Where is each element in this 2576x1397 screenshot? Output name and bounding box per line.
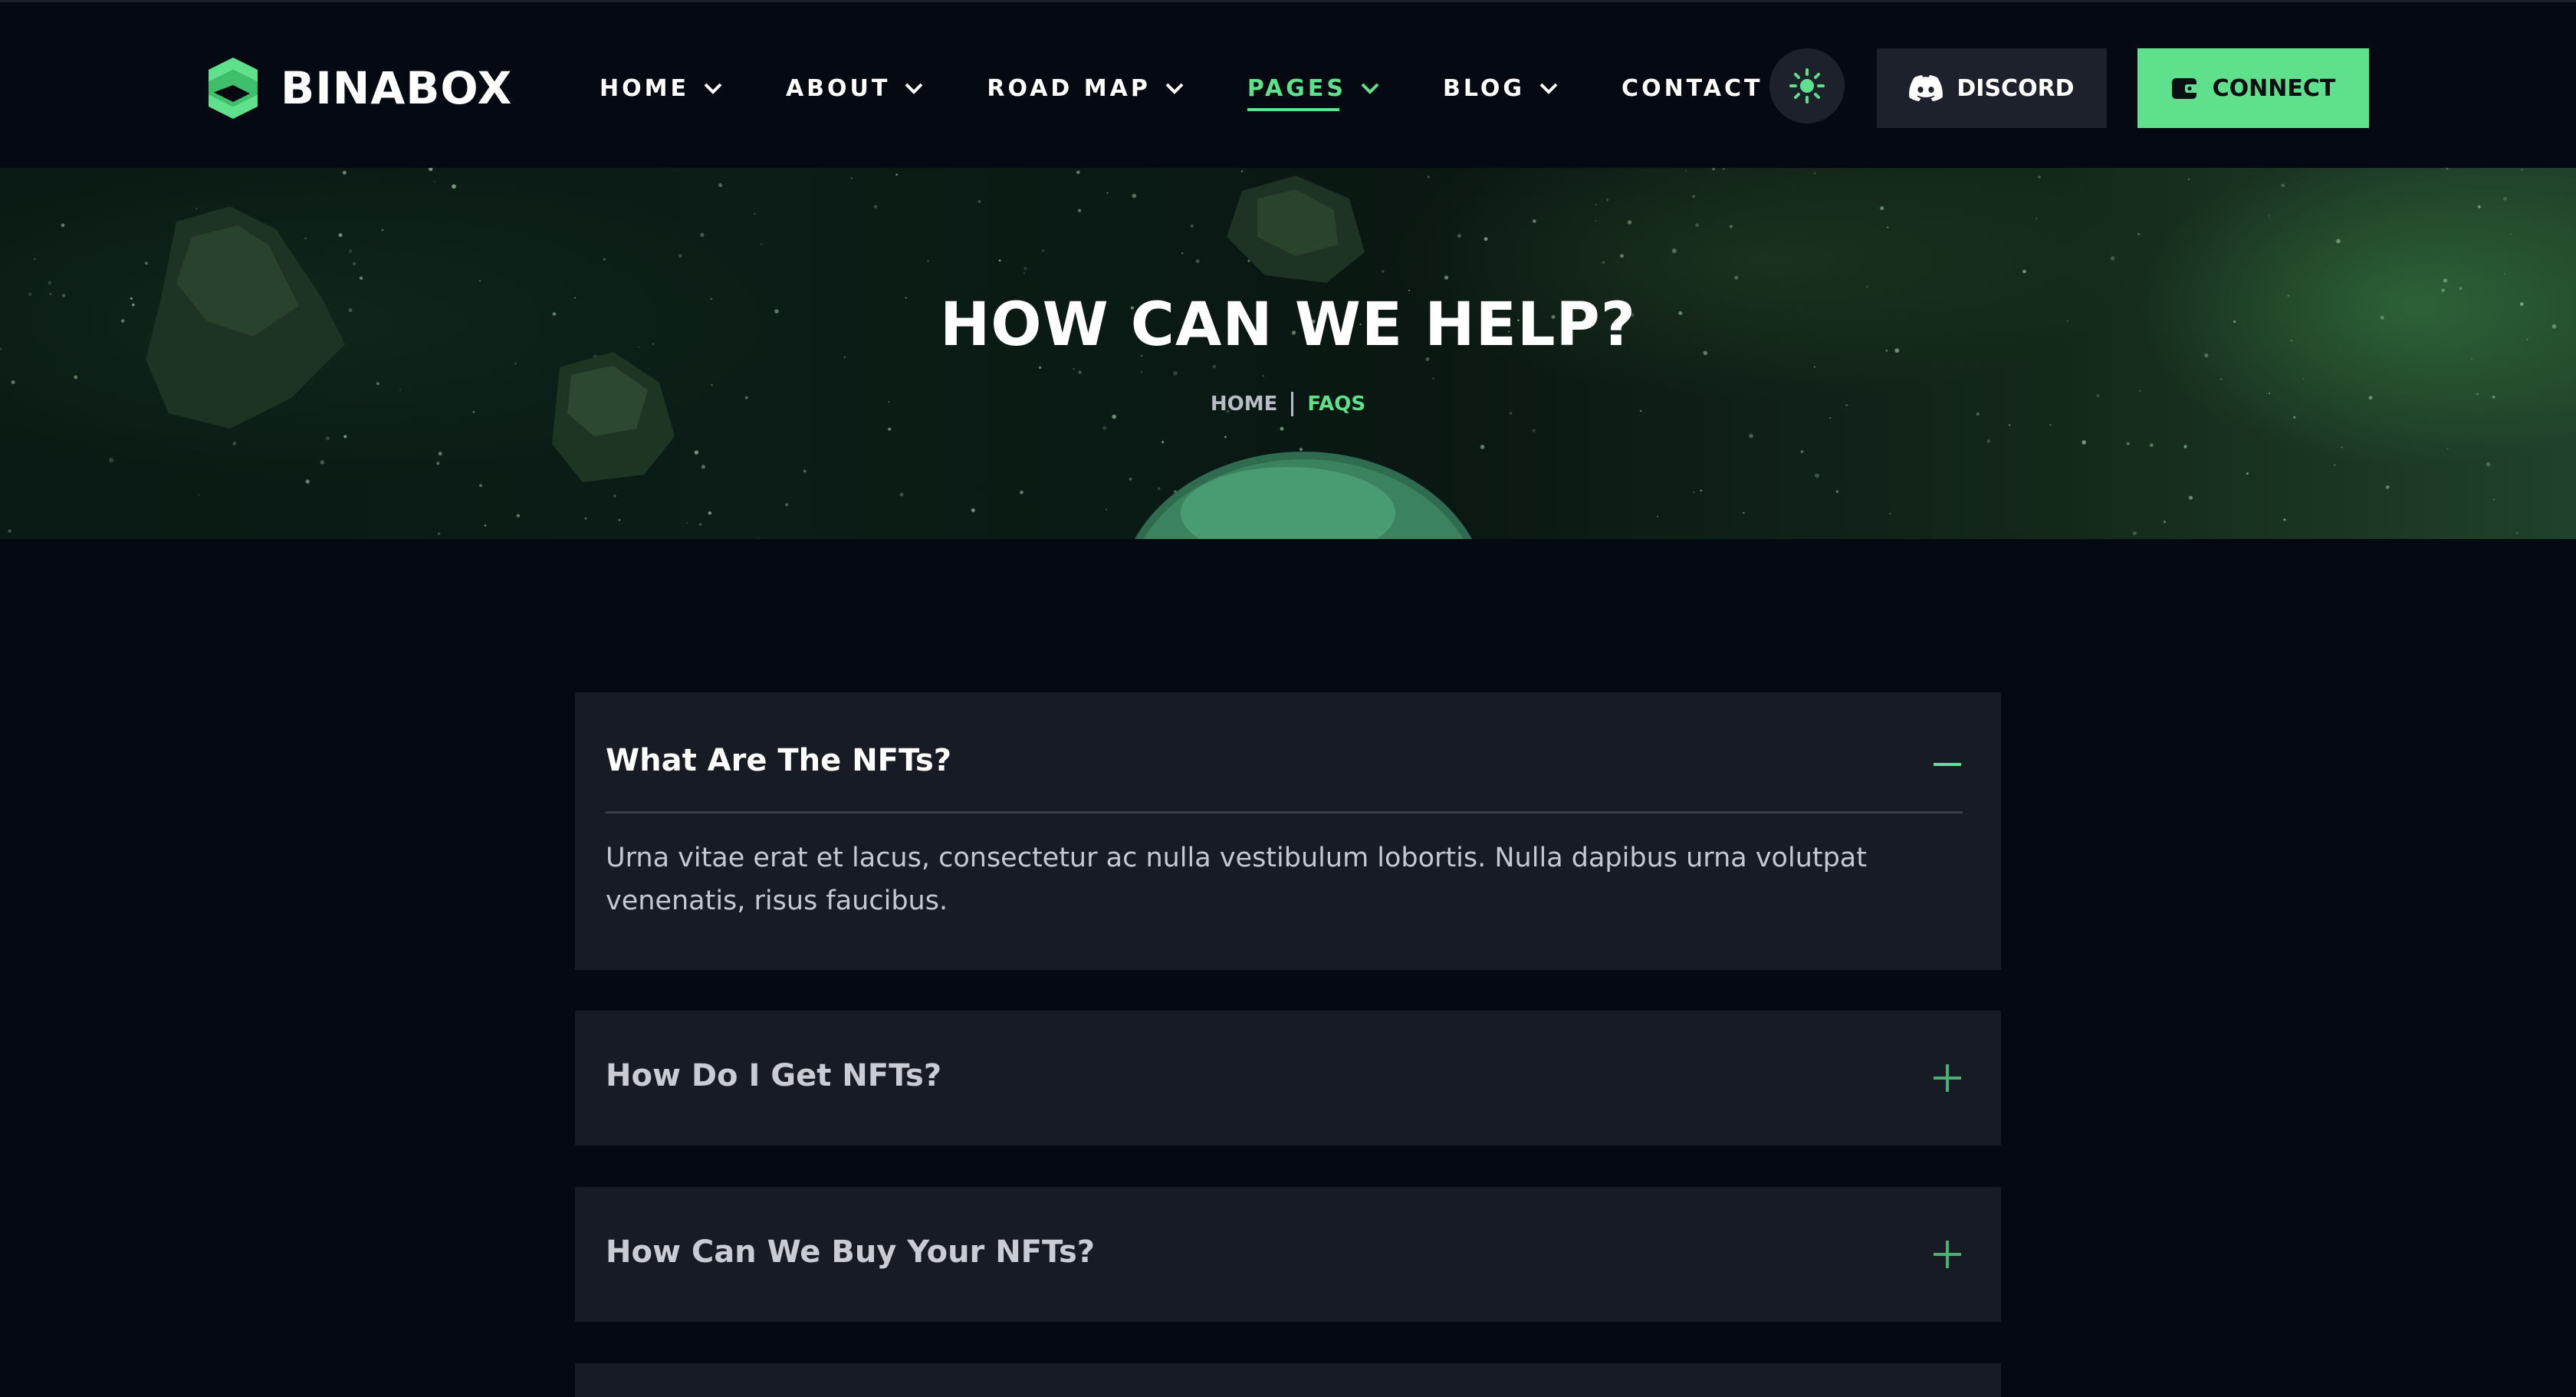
- nav-item-blog[interactable]: BLOG: [1443, 64, 1559, 113]
- nav-item-label: ROAD MAP: [987, 74, 1151, 102]
- page-hero-banner: HOW CAN WE HELP? HOME FAQS: [0, 168, 2576, 539]
- minus-icon[interactable]: [1932, 749, 1963, 780]
- faq-divider: [606, 811, 1963, 814]
- binabox-logo-icon: [209, 58, 258, 119]
- discord-button[interactable]: DISCORD: [1877, 48, 2107, 128]
- plus-icon[interactable]: [1932, 1063, 1963, 1093]
- brand-logo[interactable]: BINABOX: [202, 54, 512, 122]
- chevron-down-icon: [1539, 83, 1558, 94]
- nav-item-home[interactable]: HOME: [600, 64, 723, 113]
- breadcrumb-separator: [1291, 392, 1294, 416]
- connect-button-label: CONNECT: [2212, 74, 2336, 102]
- faq-item-how-buy-nfts[interactable]: How Can We Buy Your NFTs?: [575, 1187, 2001, 1322]
- brand-name: BINABOX: [281, 62, 513, 114]
- breadcrumb-current: FAQS: [1307, 393, 1366, 416]
- faq-item-partial[interactable]: [575, 1363, 2001, 1397]
- nav-item-pages[interactable]: PAGES: [1247, 64, 1380, 113]
- nav-item-label: PAGES: [1247, 74, 1346, 102]
- nav-item-contact[interactable]: CONTACT: [1622, 64, 1763, 113]
- nav-item-about[interactable]: ABOUT: [786, 64, 924, 113]
- page-title: HOW CAN WE HELP?: [940, 291, 1636, 360]
- nav-item-label: ABOUT: [785, 74, 891, 102]
- faq-question[interactable]: How Can We Buy Your NFTs?: [606, 1234, 1095, 1270]
- chevron-down-icon: [1361, 83, 1379, 94]
- sun-icon: [1789, 68, 1825, 104]
- theme-toggle-button[interactable]: [1769, 48, 1845, 123]
- faq-question[interactable]: How Do I Get NFTs?: [606, 1058, 941, 1093]
- plus-icon[interactable]: [1932, 1239, 1963, 1270]
- faq-item-how-get-nfts[interactable]: How Do I Get NFTs?: [575, 1011, 2001, 1146]
- connect-wallet-button[interactable]: CONNECT: [2137, 48, 2369, 128]
- nav-item-label: CONTACT: [1622, 74, 1763, 102]
- main-nav: HOME ABOUT ROAD MAP PAGES BLOG CONTACT: [600, 64, 1763, 113]
- nav-item-label: BLOG: [1443, 74, 1526, 102]
- chevron-down-icon: [1165, 83, 1184, 94]
- chevron-down-icon: [905, 83, 923, 94]
- faq-question[interactable]: What Are The NFTs?: [606, 743, 951, 778]
- breadcrumb: HOME FAQS: [0, 392, 2576, 416]
- nav-item-road-map[interactable]: ROAD MAP: [987, 64, 1184, 113]
- faq-item-what-are-nfts: What Are The NFTs? Urna vitae erat et la…: [575, 692, 2001, 970]
- breadcrumb-home-link[interactable]: HOME: [1211, 393, 1278, 416]
- nav-item-label: HOME: [600, 74, 689, 102]
- wallet-icon: [2171, 78, 2199, 99]
- chevron-down-icon: [704, 83, 722, 94]
- discord-button-label: DISCORD: [1957, 74, 2075, 102]
- faq-answer: Urna vitae erat et lacus, consectetur ac…: [606, 843, 1867, 916]
- discord-icon: [1909, 75, 1944, 101]
- site-header: BINABOX HOME ABOUT ROAD MAP PAGES BLOG C…: [0, 0, 2576, 168]
